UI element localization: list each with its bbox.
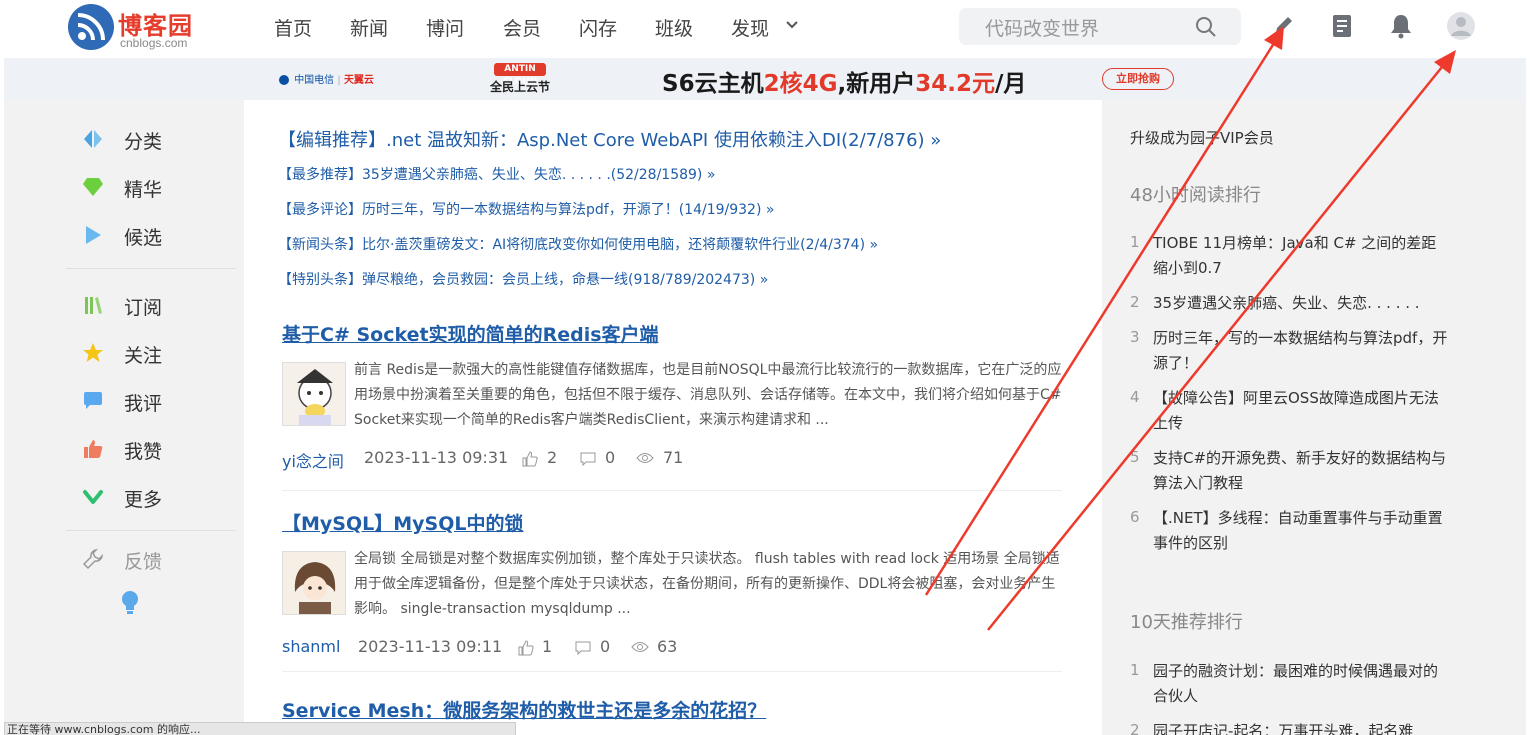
pick-most-liked[interactable]: 【最多推荐】35岁遭遇父亲肺癌、失业、失恋. . . . . .(52/28/1… — [278, 164, 715, 184]
nav-qa[interactable]: 博问 — [426, 14, 464, 41]
comment-count-icon[interactable] — [580, 451, 596, 467]
sidebar-item-my-likes[interactable]: 我赞 — [82, 434, 232, 464]
ad-headline: S6云主机2核4G,新用户34.2元/月 — [662, 71, 1027, 97]
pick-editor[interactable]: 【编辑推荐】.net 温故知新：Asp.Net Core WebAPI 使用依赖… — [278, 126, 941, 152]
ad-tag: ANTIN CLOUD — [494, 63, 546, 87]
pick-news-headline[interactable]: 【新闻头条】比尔·盖茨重磅发文：AI将彻底改变你如何使用电脑，还将颠覆软件行业(… — [278, 234, 878, 254]
edit-pencil-icon[interactable] — [1272, 13, 1296, 41]
post-meta: shanml 2023-11-13 09:11 1 0 63 — [282, 637, 882, 661]
vip-upgrade-link[interactable]: 升级成为园子VIP会员 — [1130, 127, 1274, 148]
candidate-icon — [82, 224, 104, 246]
main-content: 【编辑推荐】.net 温故知新：Asp.Net Core WebAPI 使用依赖… — [244, 100, 1102, 735]
user-avatar-icon[interactable] — [1446, 11, 1476, 45]
sidebar-item-subscribe[interactable]: 订阅 — [82, 290, 232, 320]
more-icon — [82, 486, 104, 508]
pick-special-headline[interactable]: 【特别头条】弹尽粮绝，会员救园：会员上线，命悬一线(918/789/202473… — [278, 269, 768, 289]
post-likes: 1 — [542, 637, 553, 656]
sidebar-item-follow[interactable]: 关注 — [82, 338, 232, 368]
left-sidebar: 分类 精华 候选 订阅 关注 我评 我赞 更多 反馈 — [4, 100, 244, 735]
search-icon[interactable] — [1195, 16, 1217, 42]
notes-icon[interactable] — [1330, 13, 1354, 43]
star-icon — [82, 342, 104, 364]
post-likes: 2 — [547, 448, 558, 467]
comment-icon — [82, 390, 104, 412]
post-title[interactable]: 基于C# Socket实现的简单的Redis客户端 — [282, 320, 659, 347]
sidebar-item-category[interactable]: 分类 — [82, 124, 232, 154]
post-author[interactable]: shanml — [282, 637, 340, 656]
post-summary: 前言 Redis是一款强大的高性能键值存储数据库，也是目前NOSQL中最流行比较… — [354, 362, 1062, 428]
author-avatar[interactable] — [282, 362, 346, 426]
eye-icon — [636, 453, 654, 463]
sidebar-item-more[interactable]: 更多 — [82, 482, 232, 512]
comment-count-icon[interactable] — [575, 640, 591, 656]
top-header: 博客园 cnblogs.com 首页 新闻 博问 会员 闪存 班级 发现 代码改… — [4, 0, 1526, 58]
post-date: 2023-11-13 09:11 — [358, 637, 503, 656]
post-views: 63 — [657, 637, 678, 656]
eye-icon — [631, 642, 649, 652]
chevron-down-icon[interactable] — [784, 16, 800, 36]
sidebar-divider — [66, 268, 236, 269]
pick-most-commented[interactable]: 【最多评论】历时三年，写的一本数据结构与算法pdf，开源了！(14/19/932… — [278, 199, 774, 219]
browser-status-bar: 正在等待 www.cnblogs.com 的响应... — [4, 722, 516, 735]
post-title[interactable]: 【MySQL】MySQL中的锁 — [282, 509, 523, 536]
gem-icon — [82, 176, 104, 198]
rank-48h-heading: 48小时阅读排行 — [1130, 185, 1261, 206]
sidebar-item-feedback[interactable]: 反馈 — [82, 544, 232, 574]
ad-cloud-text: 天翼云 — [343, 75, 374, 86]
nav-news[interactable]: 新闻 — [350, 14, 388, 41]
sidebar-item-my-comments[interactable]: 我评 — [82, 386, 232, 416]
post-views: 71 — [663, 448, 684, 467]
post-title[interactable]: Service Mesh：微服务架构的救世主还是多余的花招？ — [282, 696, 766, 723]
subscribe-icon — [82, 294, 104, 316]
post-comments: 0 — [605, 448, 616, 467]
nav-class[interactable]: 班级 — [655, 14, 693, 41]
post-comments: 0 — [600, 637, 611, 656]
nav-discover[interactable]: 发现 — [731, 14, 769, 41]
ad-buy-button[interactable]: 立即抢购 — [1102, 68, 1174, 90]
post-divider — [282, 671, 1062, 672]
author-avatar[interactable] — [282, 551, 346, 615]
right-sidebar: 升级成为园子VIP会员 48小时阅读排行 1 TIOBE 11月榜单：Java和… — [1102, 100, 1526, 735]
post-summary: 全局锁 全局锁是对整个数据库实例加锁，整个库处于只读状态。 flush tabl… — [354, 551, 1060, 617]
ad-operator-text: 中国电信 — [294, 75, 335, 86]
bell-icon[interactable] — [1389, 13, 1413, 43]
like-icon[interactable] — [518, 640, 534, 656]
telecom-logo-icon — [279, 75, 289, 85]
sidebar-item-gems[interactable]: 精华 — [82, 172, 232, 202]
sidebar-divider — [66, 530, 236, 531]
like-icon[interactable] — [522, 451, 538, 467]
ad-festival: 全民上云节 — [490, 80, 551, 94]
logo-subtext: cnblogs.com — [120, 36, 188, 50]
rank-10d-heading: 10天推荐排行 — [1130, 612, 1243, 633]
thumbs-up-icon — [82, 438, 104, 460]
ad-operator: 中国电信 | 天翼云 — [279, 71, 374, 86]
post-author[interactable]: yi念之间 — [282, 448, 344, 472]
rss-logo-icon — [68, 4, 114, 50]
ad-banner[interactable]: 中国电信 | 天翼云 ANTIN CLOUD 全民上云节 S6云主机2核4G,新… — [4, 58, 1526, 100]
sidebar-item-candidate[interactable]: 候选 — [82, 220, 232, 250]
post-divider — [282, 490, 1062, 491]
post-date: 2023-11-13 09:31 — [364, 448, 509, 467]
wrench-icon — [82, 548, 104, 570]
nav-home[interactable]: 首页 — [274, 14, 312, 41]
nav-vip[interactable]: 会员 — [503, 14, 541, 41]
cnblogs-logo[interactable]: 博客园 cnblogs.com — [68, 4, 208, 52]
search-box[interactable]: 代码改变世界 — [959, 8, 1241, 45]
nav-ing[interactable]: 闪存 — [579, 14, 617, 41]
lightbulb-icon[interactable] — [120, 590, 140, 620]
search-input[interactable]: 代码改变世界 — [985, 14, 1099, 41]
post-meta: yi念之间 2023-11-13 09:31 2 0 71 — [282, 448, 882, 472]
category-icon — [82, 128, 104, 150]
